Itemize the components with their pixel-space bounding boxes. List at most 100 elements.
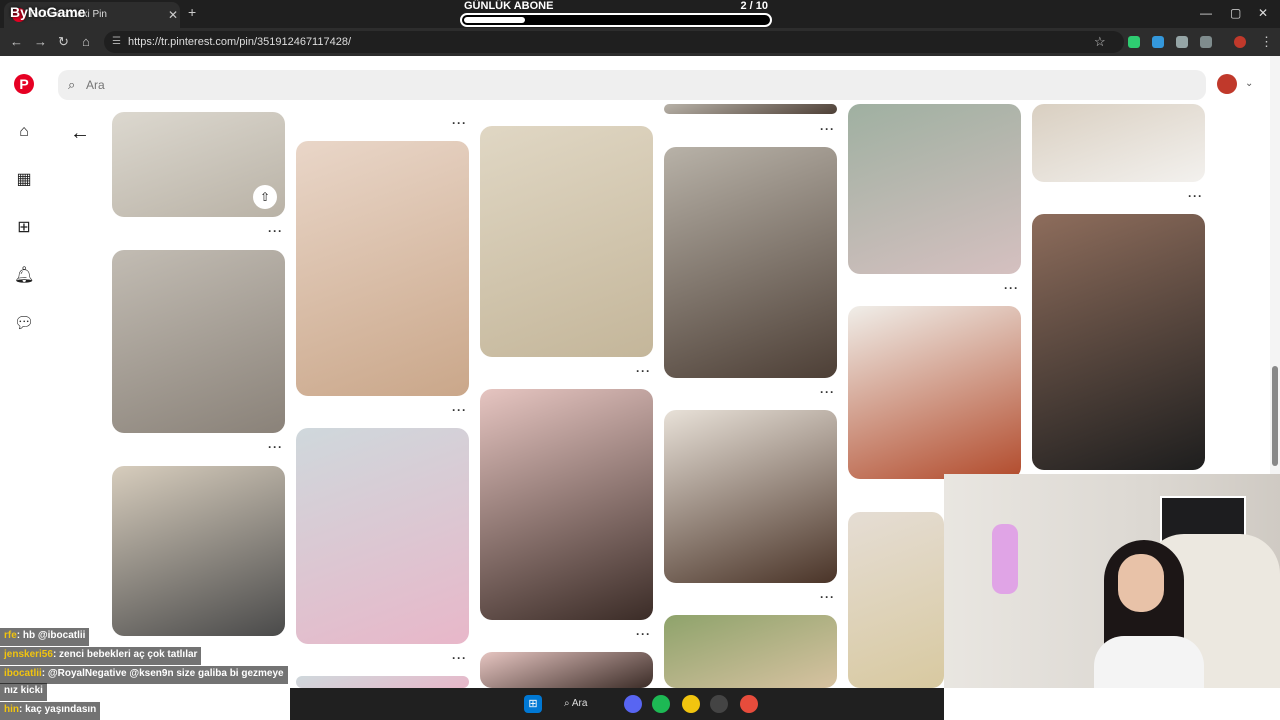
profile-avatar-icon[interactable] — [1234, 36, 1246, 48]
chat-message: jenskeri56: zenci bebekleri aç çok tatlı… — [0, 647, 202, 665]
chevron-down-icon[interactable]: ⌄ — [1245, 78, 1253, 89]
windows-taskbar: ⊞ ⌕ Ara — [290, 688, 944, 720]
close-window-icon[interactable]: ✕ — [1258, 6, 1268, 20]
chat-username: rfe — [4, 630, 17, 641]
chrome-icon[interactable] — [682, 695, 700, 713]
extension-shield-icon[interactable] — [1128, 36, 1140, 48]
chat-text: nız kicki — [4, 685, 43, 696]
pin-card[interactable] — [664, 615, 837, 688]
chat-text: : kaç yaşındasın — [19, 704, 97, 715]
more-options-icon[interactable]: ··· — [268, 440, 283, 454]
streamer-face — [1118, 554, 1164, 612]
pin-card[interactable] — [664, 410, 837, 583]
search-icon: ⌕ — [68, 77, 76, 92]
create-icon[interactable]: ⊞ — [14, 218, 34, 238]
page-scrollbar[interactable] — [1270, 56, 1280, 474]
more-options-icon[interactable]: ··· — [820, 385, 835, 399]
more-options-icon[interactable]: ··· — [1004, 281, 1019, 295]
streamer-watermark: ByNoGame — [10, 4, 86, 20]
more-options-icon[interactable]: ··· — [452, 116, 467, 130]
chat-username: ibocatlii — [4, 668, 42, 679]
notifications-icon[interactable]: 🔔︎ — [14, 266, 34, 286]
daily-subscriber-goal: GÜNLÜK ABONE 2 / 10 — [458, 0, 774, 28]
share-icon[interactable]: ⇧ — [253, 185, 277, 209]
url-field[interactable]: ☰ https://tr.pinterest.com/pin/351912467… — [104, 31, 1124, 53]
home-icon[interactable]: ⌂ — [82, 34, 90, 49]
taskbar-search-label: Ara — [571, 698, 588, 709]
pin-card[interactable] — [848, 306, 1021, 479]
pin-card[interactable] — [296, 428, 469, 644]
discord-icon[interactable] — [624, 695, 642, 713]
pin-card[interactable] — [664, 104, 837, 114]
goal-progress-fill — [464, 17, 525, 23]
maximize-icon[interactable]: ▢ — [1230, 6, 1241, 20]
pin-card[interactable] — [480, 652, 653, 688]
close-tab-icon[interactable]: ✕ — [168, 8, 178, 22]
extensions-puzzle-icon[interactable] — [1200, 36, 1212, 48]
more-options-icon[interactable]: ··· — [1188, 189, 1203, 203]
address-bar-row: ← → ↻ ⌂ ☰ https://tr.pinterest.com/pin/3… — [0, 28, 1280, 56]
menu-dots-icon[interactable]: ⋮ — [1260, 34, 1273, 50]
pinterest-logo-icon[interactable]: P — [14, 74, 34, 94]
forward-icon[interactable]: → — [34, 34, 47, 49]
pin-card[interactable] — [664, 147, 837, 378]
reload-icon[interactable]: ↻ — [58, 34, 69, 50]
chat-message: nız kicki — [0, 683, 47, 701]
more-options-icon[interactable]: ··· — [636, 364, 651, 378]
chat-text: : hb @ibocatlii — [16, 630, 86, 641]
back-icon[interactable]: ← — [10, 34, 23, 49]
goal-label: GÜNLÜK ABONE — [464, 0, 554, 12]
stream-chat: rfe: hb @ibocatlii jenskeri56: zenci beb… — [0, 628, 290, 720]
goal-count: 2 / 10 — [740, 0, 768, 12]
taskbar-search[interactable]: ⌕ Ara — [564, 694, 612, 714]
chrome-active-icon[interactable] — [740, 695, 758, 713]
obs-icon[interactable] — [710, 695, 728, 713]
search-input[interactable] — [84, 70, 1184, 100]
chat-message: rfe: hb @ibocatlii — [0, 628, 90, 646]
pinterest-sidebar: P ⌂ ▦ ⊞ 🔔︎ 💬︎ — [0, 56, 48, 720]
pin-card[interactable] — [112, 466, 285, 636]
minimize-icon[interactable]: — — [1200, 6, 1212, 20]
pin-card[interactable] — [480, 126, 653, 357]
pin-card[interactable] — [296, 676, 469, 688]
pin-card[interactable] — [848, 104, 1021, 274]
extension-audio-icon[interactable] — [1152, 36, 1164, 48]
home-icon[interactable]: ⌂ — [14, 122, 34, 142]
more-options-icon[interactable]: ··· — [820, 122, 835, 136]
pin-card[interactable] — [480, 389, 653, 620]
windows-icon[interactable]: ⊞ — [524, 695, 542, 713]
pin-card[interactable] — [112, 250, 285, 433]
spotify-icon[interactable] — [652, 695, 670, 713]
lamp — [992, 524, 1018, 594]
pin-card[interactable] — [1032, 214, 1205, 470]
site-info-icon[interactable]: ☰ — [112, 36, 121, 47]
new-tab-icon[interactable]: + — [188, 4, 196, 20]
streamer-top — [1094, 636, 1204, 688]
messages-icon[interactable]: 💬︎ — [14, 314, 34, 334]
chat-text: : @RoyalNegative @ksen9n size galiba bi … — [41, 668, 284, 679]
chat-message: hin: kaç yaşındasın — [0, 702, 101, 720]
chat-message: ibocatlii: @RoyalNegative @ksen9n size g… — [0, 666, 288, 684]
goal-progress-track — [460, 13, 772, 27]
streamer — [1094, 540, 1204, 688]
chat-username: hin — [4, 704, 19, 715]
pin-card[interactable] — [848, 512, 944, 688]
explore-icon[interactable]: ▦ — [14, 170, 34, 190]
more-options-icon[interactable]: ··· — [636, 627, 651, 641]
search-bar[interactable]: ⌕ — [58, 70, 1206, 100]
chat-text: : zenci bebekleri aç çok tatlılar — [52, 649, 198, 660]
more-options-icon[interactable]: ··· — [452, 651, 467, 665]
pin-card[interactable] — [296, 141, 469, 396]
more-options-icon[interactable]: ··· — [268, 224, 283, 238]
pin-card[interactable] — [1032, 104, 1205, 182]
webcam-overlay — [944, 474, 1280, 688]
more-options-icon[interactable]: ··· — [452, 403, 467, 417]
back-arrow-icon[interactable]: ← — [70, 122, 90, 145]
scroll-thumb[interactable] — [1272, 366, 1278, 466]
url-text: https://tr.pinterest.com/pin/35191246711… — [128, 36, 352, 48]
chat-username: jenskeri56 — [4, 649, 53, 660]
more-options-icon[interactable]: ··· — [820, 590, 835, 604]
extension-game-icon[interactable] — [1176, 36, 1188, 48]
avatar[interactable] — [1217, 74, 1237, 94]
bookmark-star-icon[interactable]: ☆ — [1094, 34, 1106, 50]
